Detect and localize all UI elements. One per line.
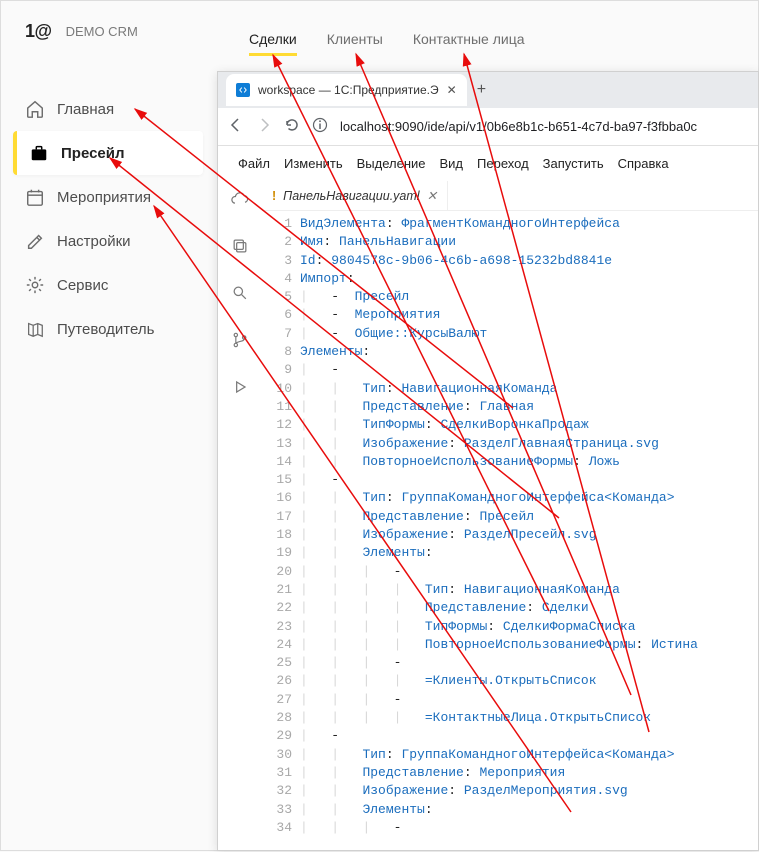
ide-activity-bar	[218, 181, 262, 850]
close-icon[interactable]: ✕	[427, 188, 437, 203]
forward-icon[interactable]	[256, 117, 272, 136]
browser-window: workspace — 1С:Предприятие.Э ✕ + localho…	[217, 71, 759, 851]
editor-tab[interactable]: ! ПанельНавигации.yaml ✕	[262, 181, 448, 210]
sidebar: Главная Пресейл Мероприятия Настройки Сервис…	[13, 87, 203, 351]
branch-icon[interactable]	[230, 330, 250, 353]
editor-file-name: ПанельНавигации.yaml	[283, 189, 419, 203]
calendar-icon	[25, 187, 45, 207]
ide-menu: Файл Изменить Выделение Вид Переход Запустить…	[218, 146, 758, 181]
new-tab-button[interactable]: +	[477, 81, 486, 99]
sidebar-item[interactable]: Мероприятия	[13, 175, 203, 219]
back-icon[interactable]	[228, 117, 244, 136]
sidebar-item[interactable]: Сервис	[13, 263, 203, 307]
edit-icon	[25, 231, 45, 251]
app-logo: 1@	[25, 21, 52, 42]
sidebar-item-label: Путеводитель	[57, 321, 154, 338]
sidebar-item-label: Мероприятия	[57, 189, 151, 206]
section-tab[interactable]: Контактные лица	[413, 31, 525, 56]
editor-tabs: ! ПанельНавигации.yaml ✕	[262, 181, 758, 211]
browser-tab-title: workspace — 1С:Предприятие.Э	[258, 83, 439, 97]
browser-tab[interactable]: workspace — 1С:Предприятие.Э ✕	[226, 74, 467, 106]
menu-item[interactable]: Переход	[477, 156, 529, 171]
section-tab[interactable]: Клиенты	[327, 31, 383, 56]
reload-icon[interactable]	[284, 117, 300, 136]
unsaved-icon: !	[272, 189, 276, 203]
menu-item[interactable]: Запустить	[543, 156, 604, 171]
menu-item[interactable]: Вид	[440, 156, 464, 171]
menu-item[interactable]: Выделение	[357, 156, 426, 171]
sidebar-item[interactable]: Путеводитель	[13, 307, 203, 351]
menu-item[interactable]: Файл	[238, 156, 270, 171]
sidebar-item-label: Сервис	[57, 277, 108, 294]
search-icon[interactable]	[230, 283, 250, 306]
sidebar-item[interactable]: Настройки	[13, 219, 203, 263]
app-title: DEMO CRM	[66, 24, 138, 39]
sidebar-item-label: Пресейл	[61, 145, 125, 162]
sidebar-item[interactable]: Пресейл	[13, 131, 203, 175]
address-bar[interactable]: localhost:9090/ide/api/v1/0b6e8b1c-b651-…	[340, 119, 697, 134]
cloud-icon[interactable]	[230, 189, 250, 212]
browser-tabstrip: workspace — 1С:Предприятие.Э ✕ +	[218, 72, 758, 108]
briefcase-icon	[29, 143, 49, 163]
gear-icon	[25, 275, 45, 295]
sidebar-item-label: Настройки	[57, 233, 131, 250]
sidebar-item-label: Главная	[57, 101, 114, 118]
menu-item[interactable]: Изменить	[284, 156, 343, 171]
section-tabs: Сделки Клиенты Контактные лица	[249, 31, 525, 56]
section-tab[interactable]: Сделки	[249, 31, 297, 56]
copy-icon[interactable]	[230, 236, 250, 259]
sidebar-item[interactable]: Главная	[13, 87, 203, 131]
home-icon	[25, 99, 45, 119]
browser-toolbar: localhost:9090/ide/api/v1/0b6e8b1c-b651-…	[218, 108, 758, 146]
info-icon[interactable]	[312, 117, 328, 136]
menu-item[interactable]: Справка	[618, 156, 669, 171]
code-icon	[236, 83, 250, 97]
map-icon	[25, 319, 45, 339]
code-editor[interactable]: 1234567891011121314151617181920212223242…	[262, 211, 758, 850]
debug-icon[interactable]	[230, 377, 250, 400]
ide: Файл Изменить Выделение Вид Переход Запустить…	[218, 146, 758, 850]
close-icon[interactable]: ✕	[447, 83, 457, 97]
